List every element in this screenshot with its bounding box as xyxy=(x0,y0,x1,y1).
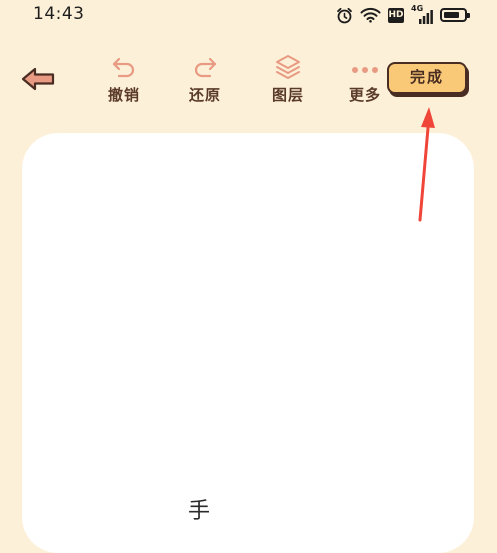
more-button[interactable]: 更多 xyxy=(340,54,390,105)
alarm-icon xyxy=(336,7,353,24)
wifi-icon xyxy=(360,7,381,23)
battery-level xyxy=(444,12,459,18)
more-dots-icon xyxy=(340,54,390,80)
done-button[interactable]: 完成 xyxy=(387,62,467,94)
back-button[interactable] xyxy=(20,65,58,93)
layers-label: 图层 xyxy=(271,86,304,104)
layers-icon xyxy=(276,55,300,79)
redo-icon xyxy=(194,57,217,78)
more-label: 更多 xyxy=(348,86,381,104)
signal-icon: 4G xyxy=(411,4,433,24)
drawing-canvas[interactable]: 手 xyxy=(22,133,474,553)
canvas-text: 手 xyxy=(188,499,211,524)
status-bar: 14:43 HD 4G xyxy=(0,0,497,32)
status-icons: HD 4G xyxy=(336,4,470,24)
layers-button[interactable]: 图层 xyxy=(258,54,318,105)
redo-label: 还原 xyxy=(188,86,221,104)
undo-label: 撤销 xyxy=(107,86,140,104)
undo-icon xyxy=(112,57,135,78)
undo-button[interactable]: 撤销 xyxy=(94,54,154,105)
hd-icon: HD xyxy=(388,7,404,23)
editor-toolbar: 撤销 还原 图层 更多 完成 xyxy=(0,48,497,108)
redo-button[interactable]: 还原 xyxy=(175,54,235,105)
status-time: 14:43 xyxy=(33,4,85,24)
back-arrow-icon xyxy=(21,67,55,91)
battery-icon xyxy=(440,8,470,22)
